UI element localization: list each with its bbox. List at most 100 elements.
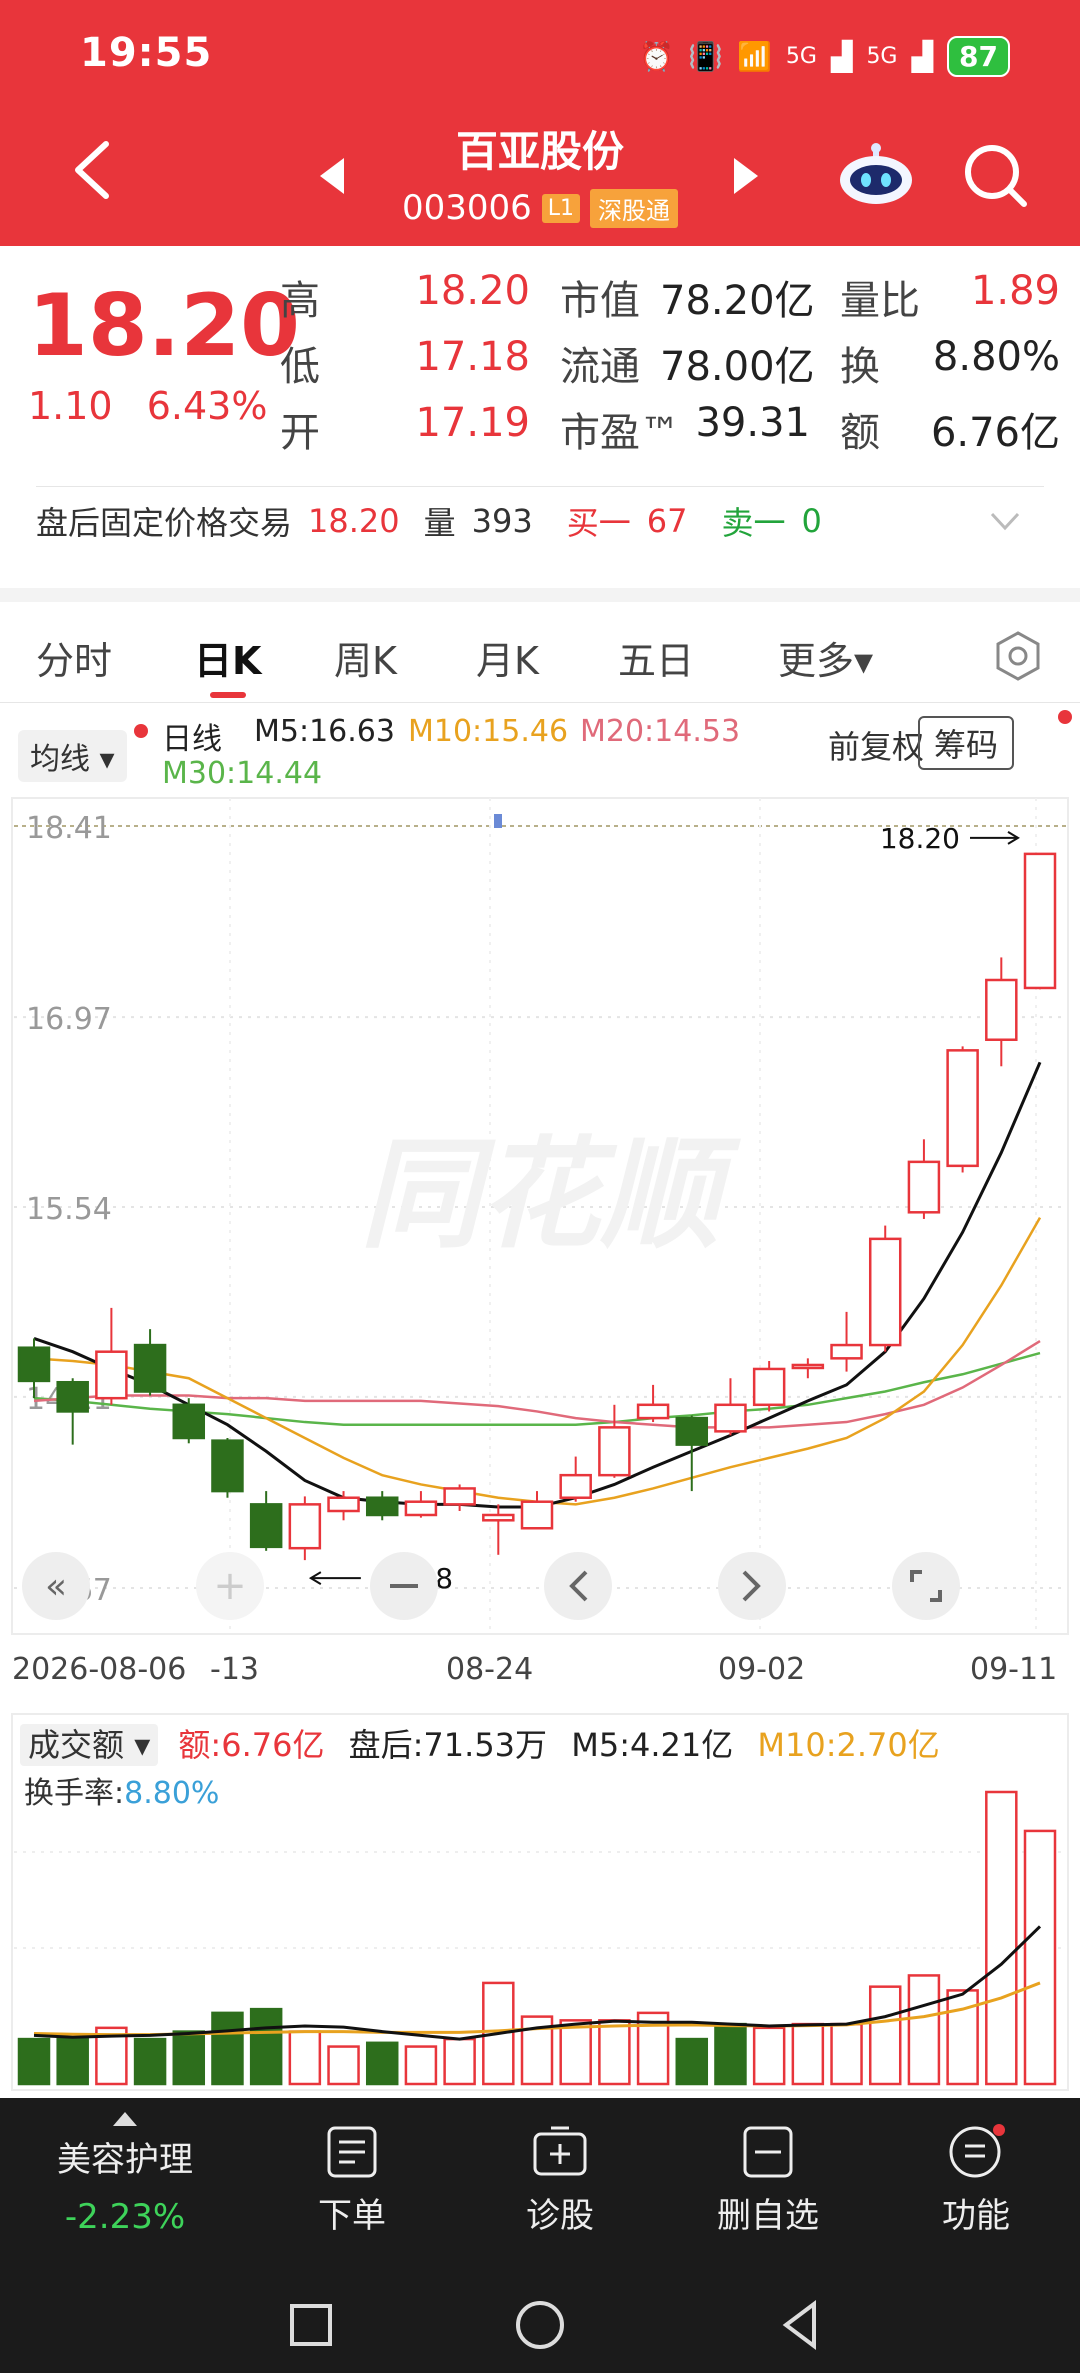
scroll-left-button[interactable] xyxy=(544,1552,612,1620)
stock-code: 003006 xyxy=(401,188,532,228)
scroll-right-button[interactable] xyxy=(718,1552,786,1620)
candlestick-chart[interactable]: 同花顺 18.4116.9715.5414.1112.67 18.2012.88… xyxy=(0,796,1080,1636)
robot-assistant-icon[interactable] xyxy=(836,140,916,206)
candle-body xyxy=(714,1403,747,1433)
after-hours-row[interactable]: 盘后固定价格交易 18.20 量 393 买一 67 卖一 0 xyxy=(36,498,822,544)
recent-apps-icon[interactable] xyxy=(290,2304,332,2346)
ma-selector-label: 均线 xyxy=(30,742,90,777)
candle-body xyxy=(752,1367,786,1407)
order-icon xyxy=(327,2126,377,2178)
candle xyxy=(211,1437,244,1498)
candle-body xyxy=(211,1439,244,1493)
candle xyxy=(946,1046,979,1173)
sector-indicator[interactable]: 美容护理 -2.23% xyxy=(30,2112,220,2237)
volume-bars xyxy=(17,1790,1057,2086)
label-turnover: 换 xyxy=(840,344,880,390)
plus-icon: + xyxy=(213,1563,247,1609)
label-market-cap: 市值 xyxy=(560,278,640,324)
label-amount: 额 xyxy=(840,410,880,456)
candle-body xyxy=(365,1496,399,1517)
tab-weekly-k[interactable]: 周K xyxy=(334,630,397,685)
tab-more[interactable]: 更多▾ xyxy=(778,630,873,685)
settings-hexagon-icon[interactable] xyxy=(992,630,1044,682)
tab-monthly-k[interactable]: 月K xyxy=(476,630,539,685)
candle xyxy=(95,1307,128,1405)
candle xyxy=(172,1398,206,1444)
bottom-toolbar: 美容护理 -2.23% 下单 诊股 删自选 功能 xyxy=(0,2098,1080,2278)
value-market-cap: 78.20亿 xyxy=(660,278,815,324)
candle-body xyxy=(249,1503,283,1549)
candle xyxy=(1023,852,1057,990)
after-hours-vol: 393 xyxy=(471,502,533,540)
candle-body xyxy=(17,1346,51,1383)
high-price-label: 18.20 xyxy=(880,822,960,855)
chip-distribution-button[interactable]: 筹码 xyxy=(918,716,1015,770)
home-icon[interactable] xyxy=(516,2301,564,2349)
sell1-value: 0 xyxy=(801,502,822,540)
volume-chart[interactable] xyxy=(0,1712,1080,2092)
back-nav-icon[interactable] xyxy=(782,2300,816,2350)
candle-body xyxy=(675,1416,709,1446)
double-chevron-left-icon: « xyxy=(45,1566,67,1607)
quote-row-2: 低 17.18 流通 78.00亿 换 8.80% xyxy=(280,334,1060,394)
candle xyxy=(830,1311,863,1372)
volume-bar xyxy=(172,2030,206,2086)
candle xyxy=(907,1139,941,1219)
label-open: 开 xyxy=(280,410,320,456)
functions-button[interactable]: 功能 xyxy=(876,2124,1076,2237)
functions-label: 功能 xyxy=(942,2196,1010,2236)
ma30-value: M30:14.44 xyxy=(162,756,323,791)
notification-dot xyxy=(1058,710,1072,724)
date-label: -13 xyxy=(210,1652,259,1687)
search-icon[interactable] xyxy=(960,140,1030,210)
change-amount: 1.10 xyxy=(28,384,113,428)
candle-body xyxy=(327,1496,360,1513)
volume-bar xyxy=(752,2026,786,2086)
remove-icon xyxy=(743,2126,793,2178)
stock-code-row: 003006 L1 深股通 xyxy=(0,188,1080,228)
candle-body xyxy=(443,1487,476,1506)
volume-bar xyxy=(714,2022,747,2086)
current-price: 18.20 xyxy=(28,276,301,376)
vibrate-icon: 📳 xyxy=(688,40,723,73)
next-stock-icon[interactable] xyxy=(734,158,758,194)
event-marker-icon[interactable] xyxy=(494,814,502,828)
value-float-cap: 78.00亿 xyxy=(660,344,815,390)
volume-bar xyxy=(288,2030,322,2086)
candle-body xyxy=(907,1160,941,1214)
volume-bar xyxy=(327,2045,360,2086)
system-nav-bar xyxy=(0,2278,1080,2373)
value-high: 18.20 xyxy=(415,268,530,314)
value-pe: 39.31 xyxy=(695,400,810,446)
sector-change: -2.23% xyxy=(64,2197,186,2237)
buy1-label: 买一 xyxy=(566,504,631,542)
volume-bar xyxy=(598,2019,631,2086)
candle xyxy=(482,1504,515,1555)
diagnose-button[interactable]: 诊股 xyxy=(460,2124,660,2237)
candle-body xyxy=(520,1500,554,1530)
order-button[interactable]: 下单 xyxy=(252,2124,452,2237)
chevron-down-icon[interactable] xyxy=(990,512,1020,532)
signal-icon: ▟ xyxy=(911,40,934,73)
candle xyxy=(133,1329,167,1396)
change-percent: 6.43% xyxy=(146,384,268,428)
x-axis-dates: 2026-08-06 -13 08-24 09-02 09-11 xyxy=(0,1652,1080,1702)
tab-intraday[interactable]: 分时 xyxy=(36,630,112,685)
sector-name: 美容护理 xyxy=(57,2140,193,2180)
adjust-mode-label[interactable]: 前复权 xyxy=(828,722,924,768)
value-low: 17.18 xyxy=(415,334,530,380)
tab-daily-k[interactable]: 日K xyxy=(194,630,261,685)
date-label: 2026-08-06 xyxy=(12,1652,187,1687)
remove-watchlist-button[interactable]: 删自选 xyxy=(668,2124,868,2237)
ma-selector-button[interactable]: 均线 ▾ xyxy=(18,730,127,782)
after-hours-label: 盘后固定价格交易 xyxy=(36,504,293,542)
candle-body xyxy=(288,1503,322,1550)
divider xyxy=(0,702,1080,703)
quote-panel: 18.20 1.10 6.43% 高 18.20 市值 78.20亿 量比 1.… xyxy=(0,246,1080,486)
candle-body xyxy=(946,1049,979,1168)
volume-bar xyxy=(985,1790,1018,2086)
tab-five-day[interactable]: 五日 xyxy=(618,630,694,685)
candle xyxy=(636,1384,670,1423)
fullscreen-button[interactable] xyxy=(892,1552,960,1620)
period-tabs: 分时 日K 周K 月K 五日 更多▾ xyxy=(0,622,1080,702)
